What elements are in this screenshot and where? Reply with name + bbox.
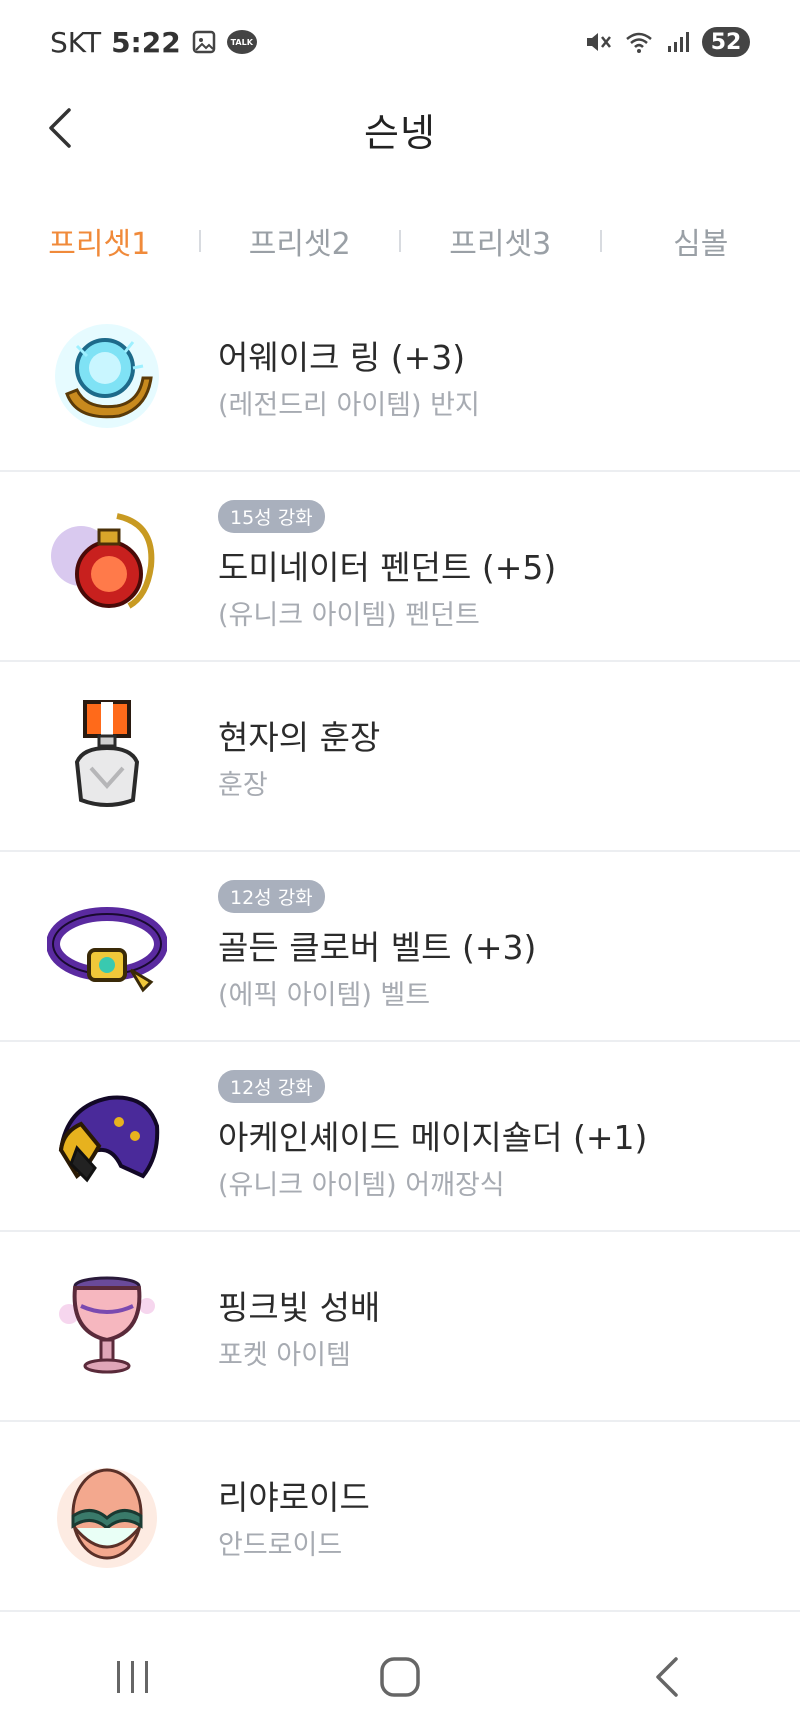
gallery-notification-icon [191,29,217,55]
item-category: (유니크 아이템) 펜던트 [218,600,480,631]
star-force-badge: 12성 강화 [218,880,325,913]
item-category: 훈장 [218,769,268,801]
item-category: (에픽 아이템) 벨트 [218,980,431,1011]
item-category: (레전드리 아이템) 반지 [218,389,480,421]
medal-icon [42,691,172,821]
chalice-icon [42,1261,172,1391]
item-name: 아케인셰이드 메이지숄더 (+1) [218,1118,648,1157]
item-text: 핑크빛 성배 포켓 아이템 [218,1281,380,1372]
item-text: 현자의 훈장 훈장 [218,711,380,802]
pendant-icon [42,501,172,631]
item-category: (유니크 아이템) 어깨장식 [218,1170,505,1201]
status-bar: SKT 5:22 TALK 52 [0,0,800,84]
carrier-label: SKT [50,25,102,59]
item-name: 골든 클로버 벨트 (+3) [218,928,537,967]
ring-icon [42,311,172,441]
page-title: 슨넹 [364,110,436,155]
list-item[interactable]: 핑크빛 성배 포켓 아이템 [0,1232,800,1422]
item-name: 현자의 훈장 [218,717,381,757]
list-item[interactable]: 15성 강화 도미네이터 펜던트 (+5) (유니크 아이템) 펜던트 [0,472,800,662]
list-item[interactable]: 현자의 훈장 훈장 [0,662,800,852]
item-name: 핑크빛 성배 [218,1287,381,1327]
tab-preset-1[interactable]: 프리셋1 [0,219,199,263]
chevron-left-icon [49,108,71,148]
list-item[interactable]: 12성 강화 아케인셰이드 메이지숄더 (+1) (유니크 아이템) 어깨장식 [0,1042,800,1232]
star-force-badge: 15성 강화 [218,500,325,533]
item-text: 어웨이크 링 (+3) (레전드리 아이템) 반지 [218,331,480,422]
item-name: 리야로이드 [218,1477,370,1517]
android-egg-icon [42,1451,172,1581]
item-name: 도미네이터 펜던트 (+5) [218,548,557,587]
item-category: 포켓 아이템 [218,1339,351,1371]
item-text: 12성 강화 골든 클로버 벨트 (+3) (에픽 아이템) 벨트 [218,880,536,1012]
home-icon [380,1656,420,1697]
kakaotalk-notification-icon: TALK [226,30,257,54]
home-button[interactable] [360,1637,440,1717]
item-name: 어웨이크 링 (+3) [218,337,466,377]
clock: 5:22 [111,25,181,59]
preset-tabs: 프리셋1 프리셋2 프리셋3 심볼 [0,206,800,276]
item-text: 리야로이드 안드로이드 [218,1471,370,1562]
shoulder-icon [42,1071,172,1201]
item-text: 15성 강화 도미네이터 펜던트 (+5) (유니크 아이템) 펜던트 [218,500,556,632]
item-category: 안드로이드 [218,1529,343,1561]
back-arrow-icon [655,1656,678,1697]
status-left: SKT 5:22 TALK [50,26,257,59]
item-text: 12성 강화 아케인셰이드 메이지숄더 (+1) (유니크 아이템) 어깨장식 [218,1070,647,1202]
wifi-icon [624,29,654,55]
mute-icon [584,29,612,55]
tab-symbol[interactable]: 심볼 [602,219,800,263]
back-button[interactable] [36,104,84,152]
list-item[interactable]: 리야로이드 안드로이드 [0,1422,800,1612]
star-force-badge: 12성 강화 [218,1070,325,1103]
belt-icon [42,881,172,1011]
tab-preset-2[interactable]: 프리셋2 [201,219,400,263]
status-right: 52 [584,27,750,57]
recents-icon [117,1660,149,1693]
tab-preset-3[interactable]: 프리셋3 [401,219,600,263]
list-item[interactable]: 12성 강화 골든 클로버 벨트 (+3) (에픽 아이템) 벨트 [0,852,800,1042]
recent-apps-button[interactable] [93,1637,173,1717]
equipment-list: 어웨이크 링 (+3) (레전드리 아이템) 반지 15성 강화 도미네이터 펜… [0,282,800,1612]
list-item[interactable]: 어웨이크 링 (+3) (레전드리 아이템) 반지 [0,282,800,472]
system-navigation-bar [0,1620,800,1733]
signal-icon [666,30,690,54]
system-back-button[interactable] [627,1637,707,1717]
app-header: 슨넹 [0,84,800,174]
battery-indicator: 52 [702,27,750,57]
